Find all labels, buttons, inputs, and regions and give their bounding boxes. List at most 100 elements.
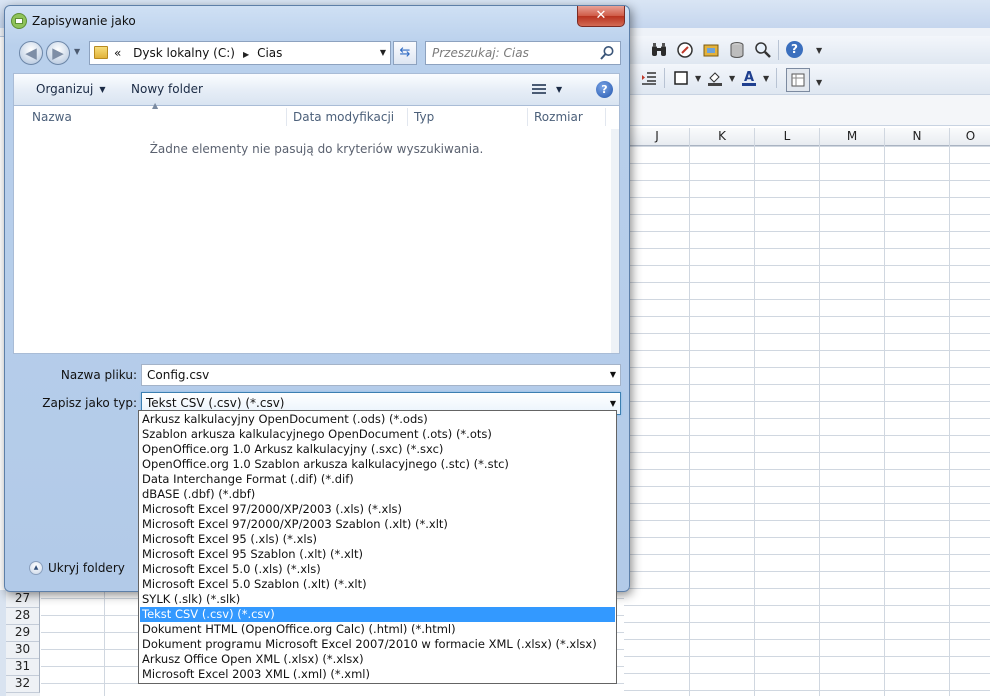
filename-combo: ▼ xyxy=(141,364,621,386)
navigator-icon[interactable] xyxy=(676,41,694,59)
row-header[interactable]: 28 xyxy=(6,607,40,625)
column-header[interactable]: J xyxy=(624,128,689,145)
filetype-option[interactable]: Microsoft Excel 2003 XML (.xml) (*.xml) xyxy=(140,667,615,682)
grid-line xyxy=(884,128,885,696)
filetype-option[interactable]: Dokument HTML (OpenOffice.org Calc) (.ht… xyxy=(140,622,615,637)
cell-grid[interactable] xyxy=(624,146,990,696)
filetype-option[interactable]: Microsoft Excel 97/2000/XP/2003 (.xls) (… xyxy=(140,502,615,517)
file-list[interactable]: Nazwa ▲ Data modyfikacji Typ Rozmiar Żad… xyxy=(13,101,620,354)
back-button[interactable]: ◀ xyxy=(19,41,43,65)
hide-folders-button[interactable]: ▲ Ukryj foldery xyxy=(29,557,125,579)
folder-icon xyxy=(94,46,108,59)
binoculars-icon[interactable] xyxy=(650,41,668,59)
grid-line xyxy=(754,128,755,696)
help-icon[interactable]: ? xyxy=(786,41,804,59)
row-header[interactable]: 30 xyxy=(6,641,40,659)
dialog-title: Zapisywanie jako xyxy=(32,14,136,28)
filetype-option[interactable]: Data Interchange Format (.dif) (*.dif) xyxy=(140,472,615,487)
chevron-down-icon[interactable]: ▼ xyxy=(610,365,616,385)
filetype-label: Zapisz jako typ: xyxy=(42,396,137,410)
grid-line xyxy=(689,128,690,696)
toolbar-overflow-icon[interactable]: ▼ xyxy=(816,46,822,55)
filename-field[interactable] xyxy=(142,365,597,385)
filetype-option[interactable]: Arkusz kalkulacyjny OpenDocument (.ods) … xyxy=(140,412,615,427)
refresh-icon: ⇆ xyxy=(399,45,411,60)
font-color-dropdown-icon[interactable]: ▼ xyxy=(763,74,769,83)
refresh-button[interactable]: ⇆ xyxy=(393,41,417,65)
row-header[interactable]: 27 xyxy=(6,590,40,608)
grid-line xyxy=(104,590,105,696)
sort-ascending-icon: ▲ xyxy=(152,101,159,110)
command-bar: Organizuj ▼ Nowy folder ▼ ? xyxy=(13,73,620,106)
close-icon: ✕ xyxy=(595,8,607,23)
organize-label: Organizuj xyxy=(36,82,94,96)
filetype-option[interactable]: Microsoft Excel 5.0 Szablon (.xlt) (*.xl… xyxy=(140,577,615,592)
hide-folders-label: Ukryj foldery xyxy=(48,561,125,575)
row-header[interactable]: 31 xyxy=(6,658,40,676)
breadcrumb-item[interactable]: Dysk lokalny (C:) xyxy=(133,46,235,60)
column-header[interactable]: L xyxy=(754,128,819,145)
font-color-icon[interactable]: A xyxy=(740,69,758,87)
filename-label: Nazwa pliku: xyxy=(60,368,137,382)
calc-app-icon xyxy=(11,12,27,29)
organize-button[interactable]: Organizuj ▼ xyxy=(30,74,111,105)
background-color-dropdown-icon[interactable]: ▼ xyxy=(729,74,735,83)
filetype-option[interactable]: Dokument programu Microsoft Excel 2007/2… xyxy=(140,637,615,652)
address-bar[interactable]: « Dysk lokalny (C:) ▶ Cias ▼ xyxy=(89,41,391,65)
column-header[interactable]: N xyxy=(884,128,949,145)
breadcrumb-overflow[interactable]: « xyxy=(114,46,121,60)
column-header[interactable]: O xyxy=(949,128,990,145)
row-header[interactable]: 32 xyxy=(6,675,40,693)
empty-message: Żadne elementy nie pasują do kryteriów w… xyxy=(149,142,484,156)
background-color-icon[interactable] xyxy=(706,69,724,87)
column-header[interactable]: K xyxy=(689,128,754,145)
cell-grid[interactable] xyxy=(616,590,624,696)
column-divider[interactable] xyxy=(605,108,606,126)
border-icon[interactable] xyxy=(672,69,690,87)
cell-grid[interactable] xyxy=(41,590,139,696)
filetype-option-selected[interactable]: Tekst CSV (.csv) (*.csv) xyxy=(140,607,615,622)
close-button[interactable]: ✕ xyxy=(577,6,625,27)
breadcrumb: « Dysk lokalny (C:) ▶ Cias xyxy=(114,42,282,64)
breadcrumb-item[interactable]: Cias xyxy=(257,46,282,60)
search-icon[interactable] xyxy=(599,45,615,61)
column-header[interactable]: M xyxy=(819,128,884,145)
row-header[interactable]: 29 xyxy=(6,624,40,642)
row-header-column: 27 28 29 30 31 32 xyxy=(6,590,40,696)
column-header-size[interactable]: Rozmiar xyxy=(528,106,608,128)
chevron-right-icon[interactable]: ▶ xyxy=(243,44,249,66)
filetype-option[interactable]: Microsoft Excel 95 Szablon (.xlt) (*.xlt… xyxy=(140,547,615,562)
grid-line xyxy=(819,128,820,696)
border-dropdown-icon[interactable]: ▼ xyxy=(695,74,701,83)
filetype-option[interactable]: Microsoft Excel 97/2000/XP/2003 Szablon … xyxy=(140,517,615,532)
forward-button[interactable]: ▶ xyxy=(46,41,70,65)
filetype-option[interactable]: SYLK (.slk) (*.slk) xyxy=(140,592,615,607)
toolbar-separator xyxy=(664,68,665,88)
new-folder-button[interactable]: Nowy folder xyxy=(125,74,209,105)
filetype-option[interactable]: Szablon arkusza kalkulacyjnego OpenDocum… xyxy=(140,427,615,442)
filetype-option[interactable]: Arkusz Office Open XML (.xlsx) (*.xlsx) xyxy=(140,652,615,667)
change-view-button[interactable]: ▼ xyxy=(526,74,568,105)
help-button[interactable]: ? xyxy=(596,81,613,98)
column-header-type[interactable]: Typ xyxy=(408,106,528,128)
history-dropdown-icon[interactable]: ▼ xyxy=(74,47,80,56)
list-scrollbar[interactable] xyxy=(611,129,619,353)
column-header-date[interactable]: Data modyfikacji xyxy=(287,106,407,128)
search-input[interactable] xyxy=(426,42,602,64)
toolbar-separator xyxy=(778,40,779,60)
filetype-option[interactable]: dBASE (.dbf) (*.dbf) xyxy=(140,487,615,502)
filetype-option[interactable]: Microsoft Excel 5.0 (.xls) (*.xls) xyxy=(140,562,615,577)
filetype-option[interactable]: OpenOffice.org 1.0 Arkusz kalkulacyjny (… xyxy=(140,442,615,457)
list-view-icon xyxy=(532,84,546,95)
address-dropdown-icon[interactable]: ▼ xyxy=(380,42,386,64)
filetype-option[interactable]: Microsoft Excel 95 (.xls) (*.xls) xyxy=(140,532,615,547)
zoom-icon[interactable] xyxy=(754,41,772,59)
grid-toggle-icon[interactable] xyxy=(786,68,810,92)
database-icon[interactable] xyxy=(728,41,746,59)
indent-icon[interactable] xyxy=(640,69,658,87)
toolbar-overflow-icon[interactable]: ▼ xyxy=(816,78,822,87)
filetype-dropdown-list: Arkusz kalkulacyjny OpenDocument (.ods) … xyxy=(138,410,617,684)
gallery-icon[interactable] xyxy=(702,41,720,59)
navigation-row: ◀ ▶ ▼ « Dysk lokalny (C:) ▶ Cias ▼ ⇆ xyxy=(13,39,621,69)
filetype-option[interactable]: OpenOffice.org 1.0 Szablon arkusza kalku… xyxy=(140,457,615,472)
